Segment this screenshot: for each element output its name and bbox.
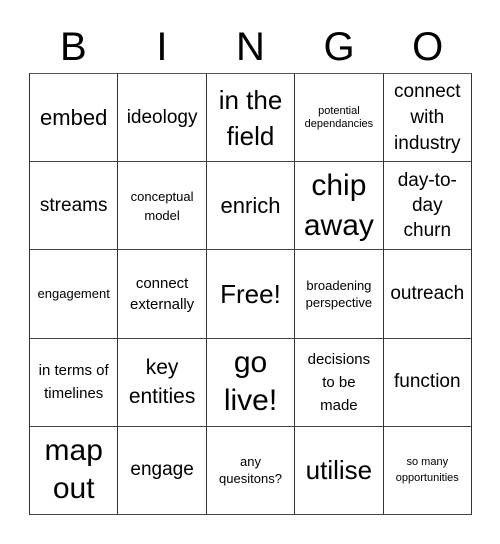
bingo-cell[interactable]: any quesitons? (206, 426, 296, 515)
bingo-cell[interactable]: enrich (206, 162, 296, 251)
cell-text: Free! (220, 278, 281, 309)
bingo-cell[interactable]: in the field (206, 74, 296, 163)
cell-text: any quesitons? (219, 454, 282, 487)
bingo-grid: embed ideology in the field potential de… (29, 73, 472, 515)
bingo-cell[interactable]: map out (30, 426, 119, 515)
cell-text: engagement (37, 286, 110, 302)
cell-text: enrich (220, 192, 281, 218)
bingo-cell[interactable]: utilise (295, 426, 384, 515)
header-letter-g: G (323, 25, 355, 69)
bingo-cell[interactable]: engage (118, 426, 207, 515)
header-letter-o: O (412, 25, 444, 69)
cell-text: connect externally (129, 274, 195, 313)
cell-text: embed (40, 104, 108, 130)
bingo-cell[interactable]: engagement (30, 250, 119, 339)
cell-text: decisions to be made (307, 350, 371, 414)
cell-text: in the field (218, 84, 283, 151)
cell-text: connect with industry (394, 80, 461, 154)
cell-text: map out (44, 434, 103, 506)
bingo-cell[interactable]: go live! (206, 338, 296, 427)
header-letter-n: N (236, 25, 265, 69)
cell-text: key entities (128, 356, 196, 409)
bingo-cell[interactable]: in terms of timelines (30, 338, 119, 427)
bingo-cell[interactable]: day-to-day churn (383, 162, 472, 251)
bingo-cell[interactable]: embed (30, 74, 119, 163)
cell-text: day-to-day churn (397, 170, 457, 242)
cell-text: broadening perspective (305, 277, 373, 310)
bingo-cell[interactable]: potential dependancies (295, 74, 384, 163)
cell-text: ideology (126, 106, 198, 128)
cell-text: utilise (305, 455, 373, 486)
bingo-cell[interactable]: so many opportunities (383, 426, 472, 515)
bingo-cell[interactable]: streams (30, 162, 119, 251)
cell-text: function (394, 371, 461, 393)
bingo-cell[interactable]: outreach (383, 250, 472, 339)
cell-text: go live! (223, 346, 278, 418)
cell-text: potential dependancies (304, 104, 374, 130)
bingo-cell[interactable]: decisions to be made (295, 338, 384, 427)
cell-text: conceptual model (130, 188, 194, 223)
header-letter-i: I (156, 25, 168, 69)
bingo-cell[interactable]: function (383, 338, 472, 427)
cell-text: outreach (390, 282, 465, 304)
bingo-cell[interactable]: broadening perspective (295, 250, 384, 339)
bingo-cell[interactable]: key entities (118, 338, 207, 427)
bingo-header: B I N G O (29, 22, 472, 72)
bingo-cell[interactable]: conceptual model (118, 162, 207, 251)
cell-text: engage (130, 459, 194, 481)
free-space-cell[interactable]: Free! (206, 250, 296, 339)
cell-text: chip away (303, 168, 374, 242)
bingo-cell[interactable]: ideology (118, 74, 207, 163)
cell-text: streams (39, 194, 108, 216)
cell-text: in terms of timelines (38, 362, 109, 403)
bingo-cell[interactable]: connect externally (118, 250, 207, 339)
bingo-cell[interactable]: connect with industry (383, 74, 472, 163)
bingo-cell[interactable]: chip away (295, 162, 384, 251)
cell-text: so many opportunities (395, 456, 459, 485)
header-letter-b: B (59, 25, 87, 69)
